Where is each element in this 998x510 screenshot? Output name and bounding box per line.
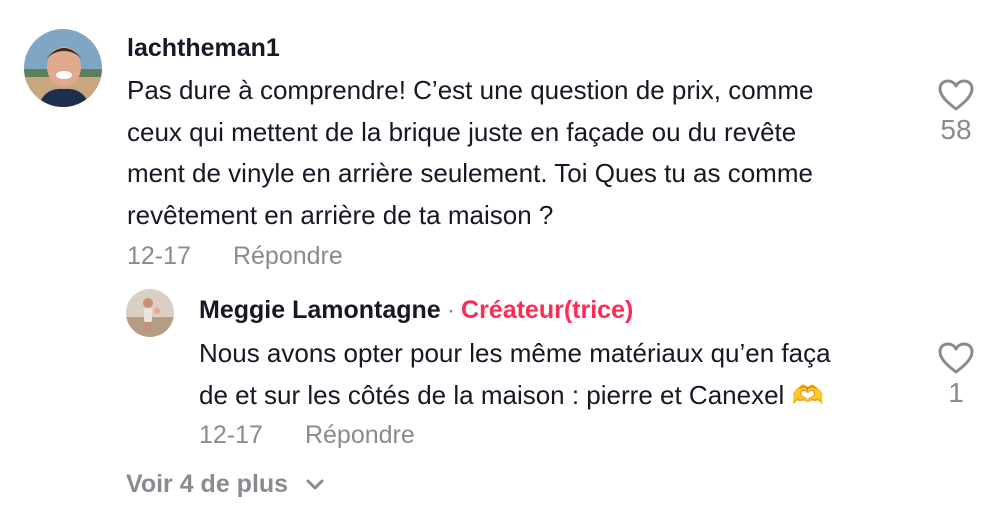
avatar-image <box>126 289 174 337</box>
comment-text-line: ment de vinyle en arrière seulement. Toi… <box>127 158 813 188</box>
creator-badge: Créateur(trice) <box>461 296 634 324</box>
reply-date: 12-17 <box>199 421 263 449</box>
reply-like-count: 1 <box>948 377 964 408</box>
chevron-down-icon <box>306 479 324 490</box>
comment-text-line: ceux qui mettent de la brique juste en f… <box>127 116 797 147</box>
like-button[interactable]: 58 <box>926 78 986 146</box>
comment-meta: 12-17 Répondre <box>127 242 343 271</box>
reply-reply-button[interactable]: Répondre <box>305 421 415 449</box>
avatar-image <box>24 29 102 107</box>
reply-username[interactable]: Meggie Lamontagne <box>199 296 441 324</box>
reply-author: Meggie Lamontagne · Créateur(trice) <box>199 296 633 325</box>
comment-username[interactable]: lachtheman1 <box>127 34 280 63</box>
reply-text-line: Nous avons opter pour les même matériaux… <box>199 338 831 368</box>
avatar-lachtheman1[interactable] <box>24 29 102 107</box>
comment-text: Pas dure à comprendre! C’est une questio… <box>127 70 813 236</box>
view-more-button[interactable]: Voir 4 de plus <box>126 470 325 499</box>
comment-text-line: Pas dure à comprendre! C’est une questio… <box>127 75 814 105</box>
comment-text-line: revêtement en arrière de ta maison ? <box>127 199 554 230</box>
reply-text-line: de et sur les côtés de la maison : pierr… <box>199 379 824 410</box>
view-more-label: Voir 4 de plus <box>126 470 289 498</box>
reply-text: Nous avons opter pour les même matériaux… <box>199 333 831 416</box>
heart-outline-icon <box>938 342 974 374</box>
reply-like-button[interactable]: 1 <box>926 341 986 409</box>
avatar-meggie-lamontagne[interactable] <box>126 289 174 337</box>
reply-meta: 12-17 Répondre <box>199 421 415 450</box>
comment-date: 12-17 <box>127 242 191 270</box>
separator-dot: · <box>446 296 456 324</box>
reply-button[interactable]: Répondre <box>233 242 343 270</box>
heart-outline-icon <box>938 79 974 111</box>
like-count: 58 <box>940 114 972 145</box>
